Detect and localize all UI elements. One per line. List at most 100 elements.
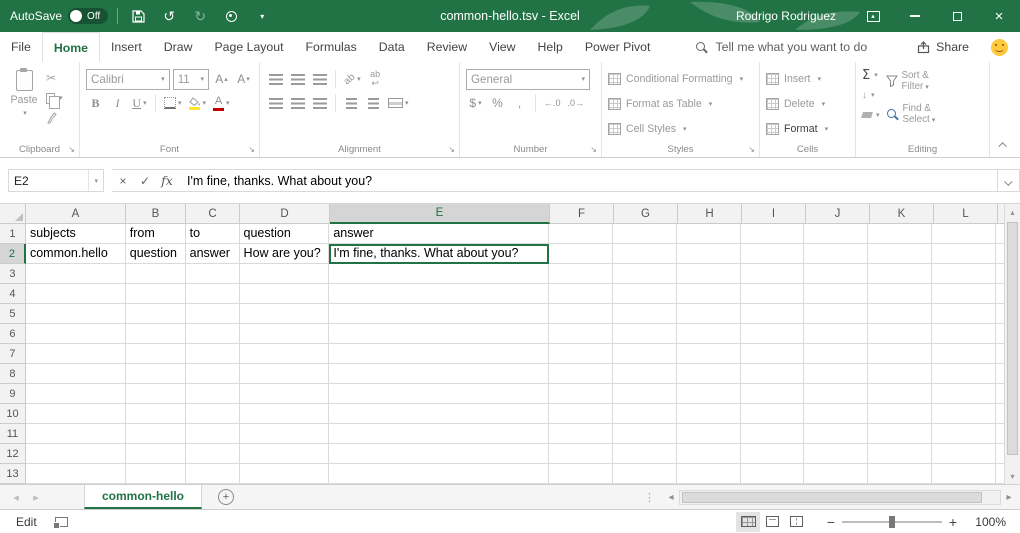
cell-L9[interactable] [932, 384, 996, 404]
cell-H2[interactable] [677, 244, 741, 264]
horizontal-scrollbar[interactable]: ◂ ▸ [663, 485, 1017, 509]
cell-K4[interactable] [868, 284, 932, 304]
cell-G1[interactable] [613, 224, 677, 244]
cell-H1[interactable] [677, 224, 741, 244]
enter-button[interactable]: ✓ [134, 170, 156, 191]
cell-A2[interactable]: common.hello [26, 244, 126, 264]
cell-L8[interactable] [932, 364, 996, 384]
row-header-4[interactable]: 4 [0, 284, 26, 304]
row-header-11[interactable]: 11 [0, 424, 26, 444]
cell-H4[interactable] [677, 284, 741, 304]
cell-D8[interactable] [240, 364, 330, 384]
cell-L12[interactable] [932, 444, 996, 464]
insert-function-button[interactable]: fx [156, 170, 178, 191]
font-dialog-launcher[interactable]: ↘ [248, 146, 255, 154]
zoom-slider[interactable] [842, 521, 942, 523]
cell-A13[interactable] [26, 464, 126, 484]
cell-J4[interactable] [804, 284, 868, 304]
cell-G7[interactable] [613, 344, 677, 364]
increase-indent-button[interactable] [364, 93, 383, 114]
column-header-J[interactable]: J [806, 204, 870, 224]
cell-B11[interactable] [126, 424, 186, 444]
align-bottom-button[interactable] [310, 69, 329, 90]
cell-H11[interactable] [677, 424, 741, 444]
cell-D12[interactable] [240, 444, 330, 464]
cell-C8[interactable] [186, 364, 240, 384]
cell-I8[interactable] [741, 364, 805, 384]
insert-cells-button[interactable]: Insert ▾ [766, 66, 849, 91]
format-painter-button[interactable] [46, 109, 63, 127]
row-header-2[interactable]: 2 [0, 244, 26, 264]
row-header-7[interactable]: 7 [0, 344, 26, 364]
paste-button[interactable]: Paste ▾ [6, 67, 42, 135]
cell-C10[interactable] [186, 404, 240, 424]
cell-B8[interactable] [126, 364, 186, 384]
cell-E4[interactable] [329, 284, 549, 304]
cell-A12[interactable] [26, 444, 126, 464]
cell-D7[interactable] [240, 344, 330, 364]
share-button[interactable]: Share [917, 32, 969, 62]
undo-button[interactable]: ↺ [158, 4, 180, 28]
cell-L5[interactable] [932, 304, 996, 324]
cell-J9[interactable] [804, 384, 868, 404]
cell-A9[interactable] [26, 384, 126, 404]
cell-D1[interactable]: question [240, 224, 330, 244]
row-header-10[interactable]: 10 [0, 404, 26, 424]
cell-J12[interactable] [804, 444, 868, 464]
cell-C4[interactable] [186, 284, 240, 304]
scroll-right-button[interactable]: ▸ [1001, 485, 1017, 509]
save-button[interactable] [127, 4, 149, 28]
tab-scroll-divider[interactable]: ⋮ [644, 491, 655, 504]
cell-F8[interactable] [549, 364, 613, 384]
cell-B2[interactable]: question [126, 244, 186, 264]
cell-G12[interactable] [613, 444, 677, 464]
tab-page-layout[interactable]: Page Layout [203, 32, 294, 62]
cell-D10[interactable] [240, 404, 330, 424]
cell-F4[interactable] [549, 284, 613, 304]
number-format-select[interactable]: General ▾ [466, 69, 590, 90]
align-top-button[interactable] [266, 69, 285, 90]
cancel-button[interactable]: × [112, 170, 134, 191]
tell-me-box[interactable]: Tell me what you want to do [695, 32, 867, 62]
cell-J5[interactable] [804, 304, 868, 324]
zoom-slider-thumb[interactable] [889, 516, 895, 528]
cell-J2[interactable] [804, 244, 868, 264]
tab-draw[interactable]: Draw [153, 32, 204, 62]
decrease-decimal-button[interactable]: .0→ [566, 93, 587, 114]
cell-E6[interactable] [329, 324, 549, 344]
cell-J8[interactable] [804, 364, 868, 384]
column-header-B[interactable]: B [126, 204, 186, 224]
cell-D2[interactable]: How are you? [240, 244, 330, 264]
row-header-1[interactable]: 1 [0, 224, 26, 244]
cell-K8[interactable] [868, 364, 932, 384]
row-header-12[interactable]: 12 [0, 444, 26, 464]
cell-F1[interactable] [549, 224, 613, 244]
row-header-3[interactable]: 3 [0, 264, 26, 284]
cell-H12[interactable] [677, 444, 741, 464]
cell-H6[interactable] [677, 324, 741, 344]
cell-E7[interactable] [329, 344, 549, 364]
cell-L7[interactable] [932, 344, 996, 364]
cell-C7[interactable] [186, 344, 240, 364]
column-header-D[interactable]: D [240, 204, 330, 224]
cell-K10[interactable] [868, 404, 932, 424]
cell-A10[interactable] [26, 404, 126, 424]
cell-F5[interactable] [549, 304, 613, 324]
horizontal-scrollbar-thumb[interactable] [682, 492, 982, 503]
cell-D4[interactable] [240, 284, 330, 304]
cell-H5[interactable] [677, 304, 741, 324]
cell-B3[interactable] [126, 264, 186, 284]
tab-insert[interactable]: Insert [100, 32, 153, 62]
scroll-up-button[interactable]: ▴ [1005, 204, 1020, 220]
column-header-H[interactable]: H [678, 204, 742, 224]
column-header-L[interactable]: L [934, 204, 998, 224]
autosum-button[interactable]: Σ▾ [862, 66, 880, 84]
cell-C1[interactable]: to [186, 224, 240, 244]
percent-style-button[interactable]: % [488, 93, 507, 114]
page-break-view-button[interactable] [784, 512, 808, 532]
cell-F2[interactable] [549, 244, 613, 264]
cell-J7[interactable] [804, 344, 868, 364]
cell-G9[interactable] [613, 384, 677, 404]
cell-A11[interactable] [26, 424, 126, 444]
scroll-left-button[interactable]: ◂ [663, 485, 679, 509]
